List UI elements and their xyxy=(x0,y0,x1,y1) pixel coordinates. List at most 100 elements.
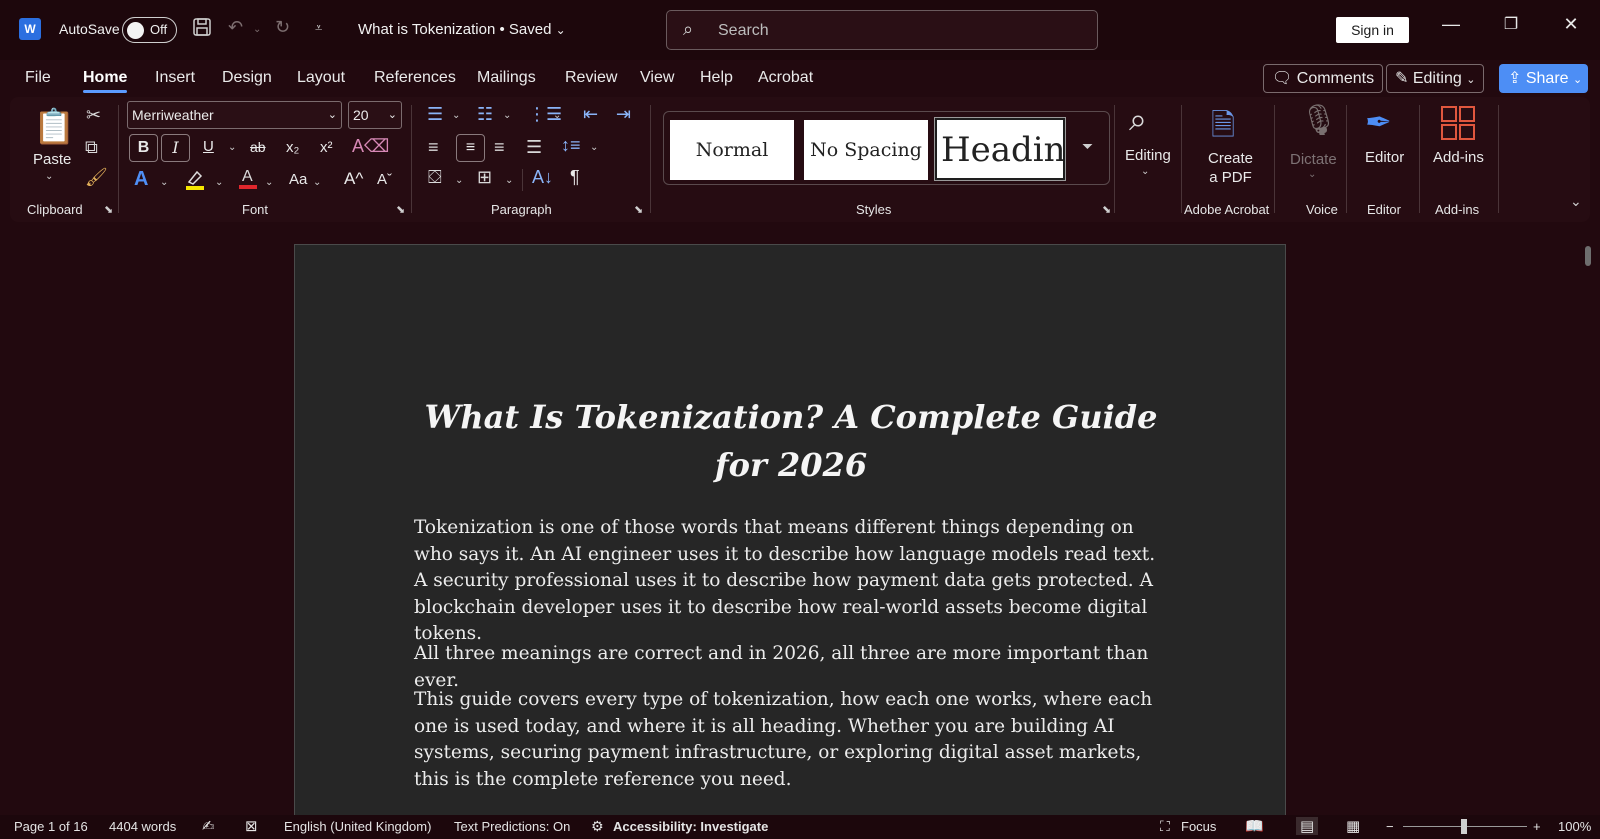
align-center-button[interactable]: ≡ xyxy=(456,134,485,162)
find-icon[interactable]: ⌕ xyxy=(1129,101,1147,139)
add-ins-icon[interactable] xyxy=(1440,105,1476,146)
document-heading[interactable]: What Is Tokenization? A Complete Guide f… xyxy=(405,393,1177,489)
customize-quick-access-icon[interactable]: ⩡ xyxy=(315,20,322,36)
tab-file[interactable]: File xyxy=(25,69,51,87)
shading-dropdown-icon[interactable]: ⌄ xyxy=(455,175,463,186)
editing-mode-button[interactable]: ✎ Editing ⌄ xyxy=(1386,64,1485,93)
tab-home[interactable]: Home xyxy=(83,69,128,93)
zoom-in-button[interactable]: + xyxy=(1533,819,1541,834)
tab-design[interactable]: Design xyxy=(222,69,272,87)
clipboard-dialog-launcher-icon[interactable]: ⬊ xyxy=(104,203,113,216)
tab-layout[interactable]: Layout xyxy=(297,69,345,87)
tab-help[interactable]: Help xyxy=(700,69,733,87)
justify-icon[interactable]: ☰ xyxy=(526,137,542,158)
cut-icon[interactable]: ✂ xyxy=(86,105,101,126)
create-pdf-button[interactable]: Create a PDF xyxy=(1208,149,1253,187)
accessibility-status[interactable]: Accessibility: Investigate xyxy=(613,819,768,834)
editor-button[interactable]: Editor xyxy=(1365,149,1404,166)
style-normal[interactable]: Normal xyxy=(670,120,794,180)
align-left-icon[interactable]: ≡ xyxy=(428,137,439,158)
minimize-icon[interactable]: — xyxy=(1436,14,1466,35)
strikethrough-button[interactable]: ab xyxy=(250,139,266,155)
change-case-button[interactable]: Aa xyxy=(289,171,307,188)
document-paragraph[interactable]: Tokenization is one of those words that … xyxy=(414,515,1174,648)
tab-view[interactable]: View xyxy=(640,69,674,87)
borders-dropdown-icon[interactable]: ⌄ xyxy=(505,175,513,186)
grow-font-button[interactable]: A^ xyxy=(344,169,363,189)
decrease-indent-icon[interactable]: ⇤ xyxy=(583,104,598,125)
font-name-combo[interactable]: Merriweather ⌄ xyxy=(127,101,342,129)
editing-dropdown-icon[interactable]: ⌄ xyxy=(1141,166,1149,177)
line-spacing-dropdown-icon[interactable]: ⌄ xyxy=(590,142,598,153)
comments-button[interactable]: 🗨 Comments xyxy=(1263,64,1384,93)
tab-references[interactable]: References xyxy=(374,69,456,87)
underline-dropdown-icon[interactable]: ⌄ xyxy=(228,142,236,153)
collapse-ribbon-icon[interactable]: ⌄ xyxy=(1570,193,1582,210)
dictate-button[interactable]: Dictate xyxy=(1290,151,1337,168)
create-pdf-icon[interactable]: 🗎 xyxy=(1211,103,1235,154)
copy-icon[interactable]: ⧉ xyxy=(85,137,98,158)
focus-button[interactable]: Focus xyxy=(1181,819,1216,834)
paste-dropdown-icon[interactable]: ⌄ xyxy=(45,171,53,182)
styles-dialog-launcher-icon[interactable]: ⬊ xyxy=(1102,203,1111,216)
macro-recording-icon[interactable]: ⊠ xyxy=(245,817,258,835)
highlight-icon[interactable] xyxy=(184,168,206,195)
share-button[interactable]: ⇪ Share ⌄ xyxy=(1499,64,1588,93)
numbering-dropdown-icon[interactable]: ⌄ xyxy=(503,110,511,121)
shading-icon[interactable]: ⛋ xyxy=(428,167,442,188)
close-icon[interactable]: ✕ xyxy=(1556,14,1586,35)
clear-formatting-icon[interactable]: A⌫ xyxy=(352,136,389,157)
document-title[interactable]: What is Tokenization • Saved ⌄ xyxy=(358,21,566,38)
sort-icon[interactable]: A↓ xyxy=(532,167,553,188)
save-icon[interactable] xyxy=(192,17,212,42)
styles-more-icon[interactable]: ⏷ xyxy=(1082,138,1093,155)
read-mode-icon[interactable]: 📖 xyxy=(1245,817,1264,835)
highlight-dropdown-icon[interactable]: ⌄ xyxy=(215,177,223,188)
tab-acrobat[interactable]: Acrobat xyxy=(758,69,813,87)
font-color-icon[interactable]: A xyxy=(237,166,259,195)
shrink-font-button[interactable]: Aˇ xyxy=(377,171,392,188)
bold-button[interactable]: B xyxy=(129,134,158,162)
font-dialog-launcher-icon[interactable]: ⬊ xyxy=(396,203,405,216)
restore-icon[interactable]: ❐ xyxy=(1496,14,1526,34)
undo-icon[interactable]: ↶ xyxy=(228,17,243,38)
bullets-dropdown-icon[interactable]: ⌄ xyxy=(452,110,460,121)
word-count[interactable]: 4404 words xyxy=(109,819,176,834)
align-right-icon[interactable]: ≡ xyxy=(494,137,505,158)
style-no-spacing[interactable]: No Spacing xyxy=(804,120,928,180)
format-painter-icon[interactable]: 🖌 xyxy=(85,167,108,188)
paragraph-dialog-launcher-icon[interactable]: ⬊ xyxy=(634,203,643,216)
zoom-slider-knob[interactable] xyxy=(1461,819,1467,834)
proofing-icon[interactable]: ✍ xyxy=(202,817,215,835)
font-size-combo[interactable]: 20 ⌄ xyxy=(348,101,402,129)
superscript-button[interactable]: x² xyxy=(320,139,333,156)
paste-button-label[interactable]: Paste xyxy=(33,151,71,168)
paste-icon[interactable]: 📋 xyxy=(33,107,75,147)
style-heading-1[interactable]: Heading 1 xyxy=(934,117,1066,181)
document-page[interactable]: What Is Tokenization? A Complete Guide f… xyxy=(294,244,1286,839)
undo-dropdown-icon[interactable]: ⌄ xyxy=(253,24,261,35)
borders-icon[interactable]: ⊞ xyxy=(477,167,492,188)
subscript-button[interactable]: x₂ xyxy=(286,139,299,156)
text-predictions[interactable]: Text Predictions: On xyxy=(454,819,570,834)
microphone-icon[interactable]: 🎙 xyxy=(1300,103,1338,138)
numbering-icon[interactable]: ☷ xyxy=(477,104,493,125)
editing-button[interactable]: Editing xyxy=(1125,147,1171,164)
italic-button[interactable]: I xyxy=(161,134,190,162)
increase-indent-icon[interactable]: ⇥ xyxy=(616,104,631,125)
zoom-level[interactable]: 100% xyxy=(1558,819,1591,834)
language[interactable]: English (United Kingdom) xyxy=(284,819,431,834)
web-layout-icon[interactable]: ▦ xyxy=(1346,817,1360,835)
tab-insert[interactable]: Insert xyxy=(155,69,195,87)
bullets-icon[interactable]: ☰ xyxy=(427,104,443,125)
show-formatting-marks-button[interactable]: ¶ xyxy=(570,167,580,188)
text-effects-dropdown-icon[interactable]: ⌄ xyxy=(160,177,168,188)
search-box[interactable]: ⌕ Search xyxy=(666,10,1098,50)
sign-in-button[interactable]: Sign in xyxy=(1336,17,1409,43)
dictate-dropdown-icon[interactable]: ⌄ xyxy=(1308,169,1316,180)
editor-icon[interactable]: ✒ xyxy=(1365,103,1392,141)
vertical-scrollbar[interactable] xyxy=(1585,246,1591,266)
add-ins-button[interactable]: Add-ins xyxy=(1433,149,1484,166)
autosave-toggle[interactable]: Off xyxy=(122,17,177,43)
line-spacing-icon[interactable]: ↕≡ xyxy=(561,135,581,156)
